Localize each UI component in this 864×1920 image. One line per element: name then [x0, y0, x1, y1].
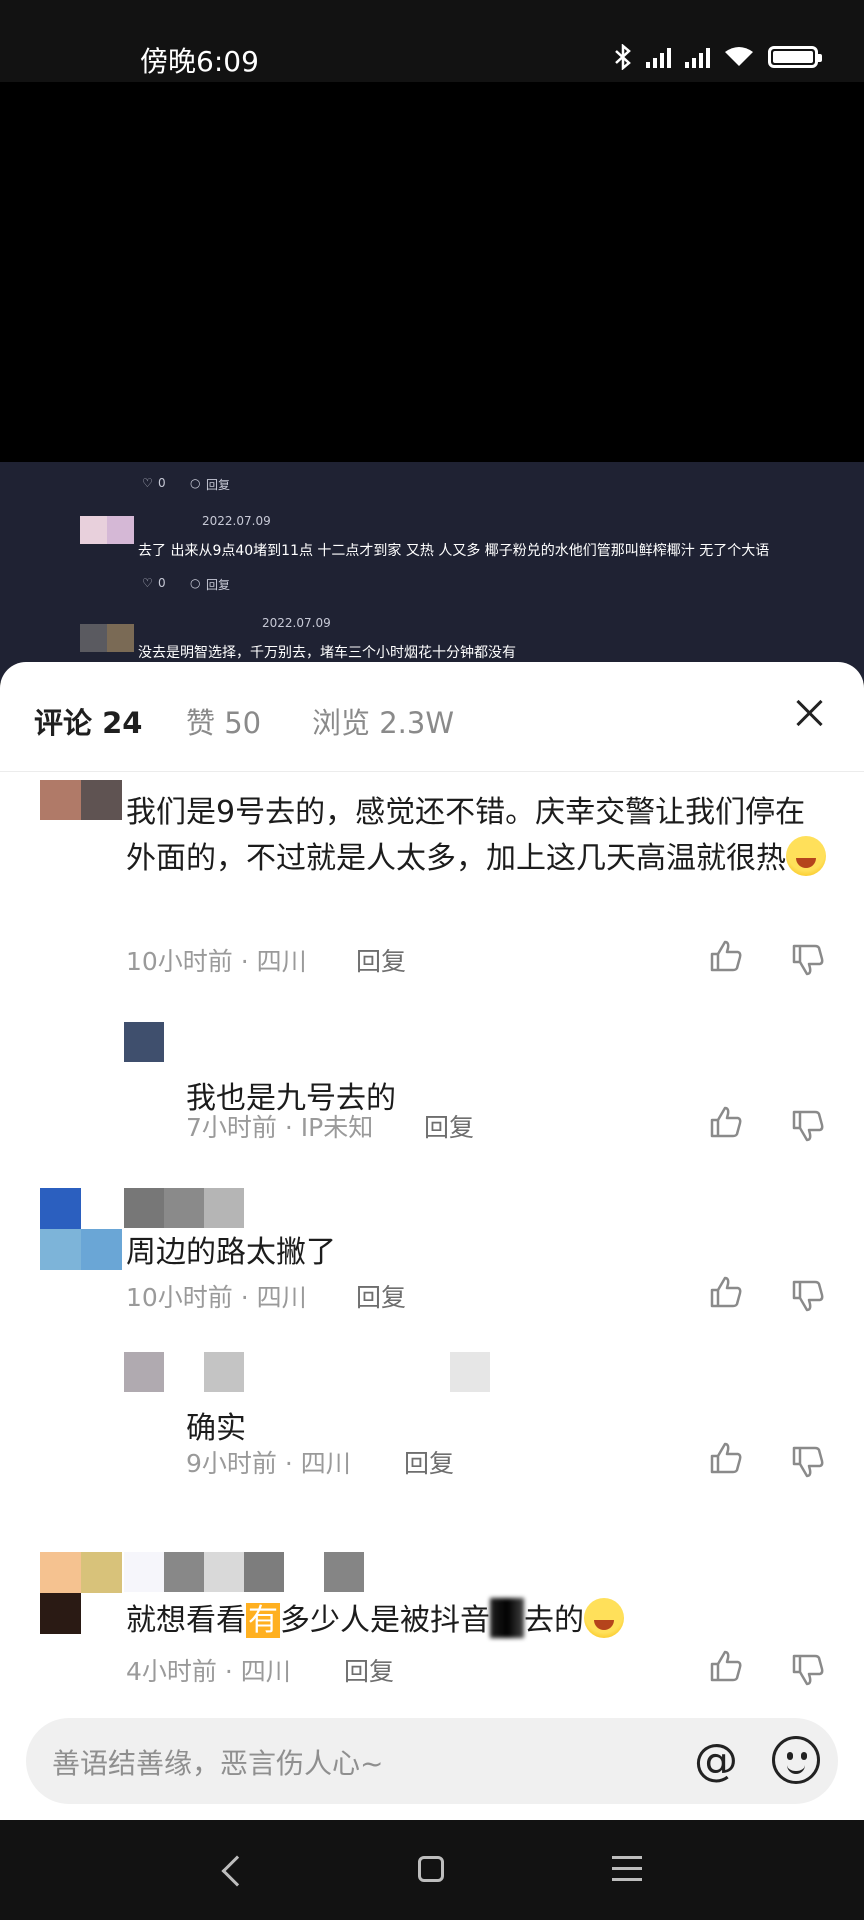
thumbs-down-icon[interactable] — [790, 942, 826, 978]
username-redacted — [124, 1188, 244, 1228]
close-icon[interactable] — [794, 698, 824, 728]
avatar[interactable] — [124, 1022, 164, 1062]
thumbs-down-icon[interactable] — [790, 1444, 826, 1480]
overlay-avatar — [80, 516, 134, 544]
comment-input[interactable]: 善语结善缘，恶言伤人心~ @ — [26, 1718, 838, 1804]
avatar[interactable] — [124, 1352, 164, 1392]
overlay-comment-text: 没去是明智选择，千万别去，堵车三个小时烟花十分钟都没有 — [138, 645, 516, 661]
thumbs-up-icon[interactable] — [708, 1274, 744, 1310]
heart-icon: ♡ — [142, 476, 153, 490]
menu-icon[interactable] — [612, 1856, 642, 1882]
avatar[interactable] — [40, 1552, 122, 1634]
comment-meta: 10小时前 · 四川 — [126, 947, 307, 976]
avatar[interactable] — [40, 1188, 122, 1270]
laugh-cry-emoji-icon — [584, 1598, 624, 1638]
overlay-comment-text: 去了 出来从9点40堵到11点 十二点才到家 又热 人又多 椰子粉兑的水他们管那… — [138, 543, 770, 559]
status-icons — [614, 44, 822, 70]
overlay-avatar — [80, 624, 134, 652]
comment-meta: 7小时前 · IP未知 — [186, 1113, 374, 1142]
wifi-icon — [725, 47, 753, 66]
comment-bubble-icon: ○ — [190, 576, 201, 590]
comment-meta: 9小时前 · 四川 — [186, 1449, 351, 1478]
system-nav-bar — [0, 1820, 864, 1920]
overlay-like-count: 0 — [158, 576, 166, 590]
thumbs-down-icon[interactable] — [790, 1652, 826, 1688]
overlay-date: 2022.07.09 — [202, 514, 271, 528]
overlay-like-count: 0 — [158, 476, 166, 490]
back-icon[interactable] — [221, 1855, 253, 1887]
comment-text: 我们是9号去的，感觉还不错。庆幸交警让我们停在外面的，不过就是人太多，加上这几天… — [126, 790, 826, 882]
background-comment-preview: ♡ 0 ○ 回复 2022.07.09 去了 出来从9点40堵到11点 十二点才… — [0, 462, 864, 682]
tab-likes[interactable]: 赞 50 — [186, 700, 261, 742]
thumbs-up-icon[interactable] — [708, 1104, 744, 1140]
tab-comments[interactable]: 评论 24 — [34, 700, 142, 742]
status-time: 傍晚6:09 — [140, 45, 259, 78]
comments-panel: 评论 24 赞 50 浏览 2.3W 我们是9号去的，感觉还不错。庆幸交警让我们… — [0, 662, 864, 1820]
heart-icon: ♡ — [142, 576, 153, 590]
signal-icon — [646, 46, 671, 68]
reply-button[interactable]: 回复 — [404, 1444, 454, 1480]
comment-list[interactable]: 我们是9号去的，感觉还不错。庆幸交警让我们停在外面的，不过就是人太多，加上这几天… — [0, 772, 864, 1710]
thumbs-up-icon[interactable] — [708, 938, 744, 974]
comment-text: 周边的路太撇了 — [126, 1235, 336, 1270]
thumbs-up-icon[interactable] — [708, 1440, 744, 1476]
reply-button[interactable]: 回复 — [424, 1108, 474, 1144]
username-redacted — [124, 1552, 364, 1592]
avatar[interactable] — [40, 780, 122, 820]
battery-icon — [768, 46, 822, 68]
video-player[interactable] — [0, 82, 864, 462]
mention-icon[interactable]: @ — [694, 1736, 738, 1786]
signal-icon — [685, 46, 710, 68]
thumbs-down-icon[interactable] — [790, 1278, 826, 1314]
comment-meta: 10小时前 · 四川 — [126, 1283, 307, 1312]
laugh-cry-emoji-icon — [786, 836, 826, 876]
reply-button[interactable]: 回复 — [344, 1652, 394, 1688]
overlay-reply: 回复 — [206, 478, 231, 492]
overlay-date: 2022.07.09 — [262, 616, 331, 630]
panel-header: 评论 24 赞 50 浏览 2.3W — [0, 662, 864, 772]
overlay-reply: 回复 — [206, 578, 231, 592]
emoji-picker-icon[interactable] — [772, 1736, 820, 1784]
comment-text: 就想看看有多少人是被抖音 去的 — [126, 1598, 624, 1644]
comment-input-placeholder: 善语结善缘，恶言伤人心~ — [52, 1747, 384, 1780]
bluetooth-icon — [615, 44, 631, 70]
reply-button[interactable]: 回复 — [356, 1278, 406, 1314]
tab-views[interactable]: 浏览 2.3W — [312, 700, 454, 742]
thumbs-up-icon[interactable] — [708, 1648, 744, 1684]
status-bar: 傍晚6:09 — [0, 0, 864, 82]
username-redacted — [204, 1352, 244, 1392]
home-icon[interactable] — [418, 1856, 444, 1882]
highlight-word: 有 — [246, 1603, 280, 1638]
thumbs-down-icon[interactable] — [790, 1108, 826, 1144]
comment-bubble-icon: ○ — [190, 476, 201, 490]
username-redacted — [450, 1352, 490, 1392]
reply-button[interactable]: 回复 — [356, 942, 406, 978]
comment-meta: 4小时前 · 四川 — [126, 1657, 291, 1686]
redacted-word — [490, 1598, 524, 1638]
